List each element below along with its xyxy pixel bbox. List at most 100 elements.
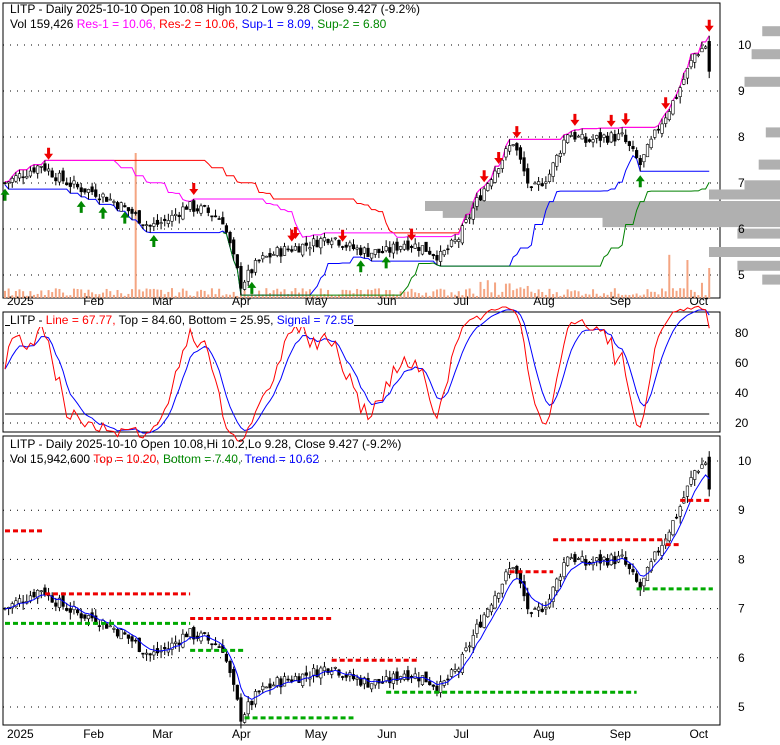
- volume-bar: [40, 290, 43, 298]
- p1-candle: [667, 111, 671, 120]
- volume-bar: [602, 293, 605, 298]
- volume-profile-bar: [762, 274, 780, 285]
- p1-candle: [547, 173, 552, 182]
- p3-candle: [112, 628, 116, 630]
- volume-bar: [671, 288, 674, 298]
- volume-bar: [218, 288, 221, 298]
- volume-bar: [203, 290, 206, 298]
- p3-candle: [428, 681, 432, 686]
- p1-candle: [199, 205, 203, 214]
- p3-candle: [126, 634, 131, 639]
- p3-candle: [250, 700, 254, 706]
- p1-candle: [257, 259, 261, 262]
- volume-bar: [668, 254, 671, 298]
- volume-bar: [613, 288, 616, 298]
- volume-bar: [62, 292, 65, 298]
- p1-candle: [163, 218, 167, 221]
- p1-candle: [210, 215, 214, 218]
- p1-candle: [362, 247, 366, 254]
- volume-bar: [570, 291, 573, 298]
- p1-candle: [50, 170, 54, 178]
- volume-bar: [624, 294, 627, 298]
- p1-candle: [228, 232, 232, 244]
- p1-candle: [340, 246, 345, 248]
- p1-candle: [642, 154, 646, 163]
- p3-candle: [584, 559, 588, 566]
- p3-candle: [653, 551, 657, 561]
- volume-bar: [675, 290, 678, 298]
- volume-bar: [174, 295, 177, 298]
- p1-candle: [86, 189, 91, 193]
- p1-candle: [558, 153, 562, 157]
- volume-bar: [58, 288, 61, 298]
- p1-candle: [616, 133, 621, 140]
- p1-candle: [174, 213, 178, 216]
- p1-candle: [598, 132, 602, 141]
- price-tick-label: 5: [738, 268, 745, 282]
- p3-candle: [293, 676, 298, 681]
- p1-candle: [246, 269, 250, 282]
- p1-candle: [46, 168, 51, 172]
- p1-candle: [438, 251, 443, 262]
- volume-bar: [403, 291, 406, 298]
- volume-bar: [708, 268, 711, 298]
- p1-candle: [544, 181, 548, 184]
- volume-bar: [319, 288, 322, 298]
- p1-candle: [689, 60, 693, 68]
- volume-bar: [642, 294, 645, 298]
- p1-candle: [522, 157, 526, 172]
- p1-candle: [337, 240, 341, 246]
- volume-bar: [116, 289, 119, 298]
- p3-candle: [558, 576, 562, 581]
- p1-candle: [115, 202, 120, 210]
- p1-candle: [555, 154, 559, 167]
- p1-candle: [576, 135, 581, 138]
- p1-candle: [497, 168, 501, 174]
- volume-bar: [69, 295, 72, 298]
- p3-candle: [134, 639, 138, 642]
- p3-candle: [482, 614, 486, 628]
- p3-candle: [39, 590, 43, 593]
- volume-bar: [272, 290, 275, 298]
- volume-bar: [156, 289, 159, 298]
- p1-candle: [370, 252, 374, 259]
- header3-legend: Vol 15,942,600 Top = 10.20, Bottom = 7.4…: [10, 452, 319, 466]
- trend-label: Trend = 10.62: [244, 452, 320, 466]
- volume-bar: [316, 295, 319, 298]
- volume-bar: [348, 290, 351, 298]
- p1-candle: [649, 138, 653, 149]
- volume-bar: [109, 291, 112, 298]
- price-tick-label: 8: [738, 552, 745, 566]
- p1-candle: [388, 247, 392, 253]
- volume-bar: [94, 294, 97, 298]
- volume-bar: [661, 288, 664, 298]
- volume-bar: [679, 288, 682, 298]
- month-label: Mar: [152, 294, 173, 308]
- volume-bar: [312, 295, 315, 298]
- p1-candle: [166, 220, 170, 224]
- p1-candle: [478, 195, 483, 201]
- p1-candle: [660, 123, 664, 134]
- p3-candle: [413, 673, 417, 679]
- p1-candle: [351, 244, 356, 250]
- p1-candle: [137, 210, 141, 224]
- osc-ticker: LITP -: [10, 313, 46, 327]
- volume-bar: [664, 291, 667, 298]
- p1-candle: [373, 249, 377, 255]
- p3-candle: [148, 653, 152, 656]
- p1-candle: [344, 244, 348, 248]
- p1-candle: [359, 247, 363, 255]
- volume-bar: [388, 290, 391, 298]
- volume-bar: [443, 289, 446, 298]
- volume-bar: [635, 293, 638, 298]
- p1-candle: [489, 179, 494, 187]
- p1-candle: [242, 281, 247, 290]
- p1-candle: [664, 117, 668, 124]
- p3-candle: [696, 470, 700, 473]
- p3-candle: [475, 623, 479, 634]
- p1-candle: [144, 224, 149, 226]
- p3-candle: [333, 666, 337, 669]
- volume-bar: [457, 291, 460, 298]
- p1-candle: [533, 182, 537, 185]
- p1-candle: [282, 246, 287, 256]
